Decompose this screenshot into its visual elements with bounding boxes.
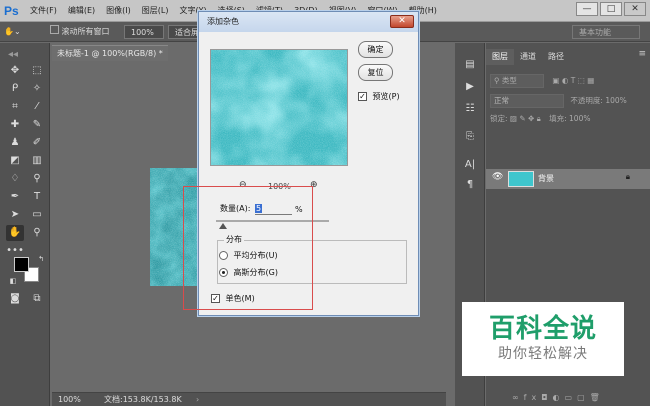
blend-mode-select[interactable]: 正常 (490, 94, 564, 108)
crop-tool-icon[interactable]: ⌗ (6, 99, 24, 115)
layer-bottom-icons[interactable]: ∞fx◘◐▭▢🗑︎ (512, 393, 605, 402)
reset-button[interactable]: 复位 (358, 64, 393, 81)
opacity-label: 不透明度: (570, 96, 603, 105)
dodge-tool-icon[interactable]: ⚲ (28, 171, 46, 187)
type-tool-icon[interactable]: T (28, 189, 46, 205)
dialog-close-button[interactable]: ✕ (390, 15, 414, 28)
lasso-tool-icon[interactable]: ᑭ (6, 81, 24, 97)
opacity-value[interactable]: 100% (605, 96, 626, 105)
default-colors-icon[interactable]: ◧ (4, 273, 22, 289)
tab-paths[interactable]: 路径 (542, 49, 570, 65)
gradient-tool-icon[interactable]: ▥ (28, 153, 46, 169)
layer-row-background[interactable]: 👁︎ 背景 🔒︎ (486, 169, 650, 189)
healing-brush-tool-icon[interactable]: ✚ (6, 117, 24, 133)
fill-value[interactable]: 100% (569, 114, 590, 123)
status-zoom[interactable]: 100% (58, 393, 81, 406)
paragraph-panel-icon[interactable]: ¶ (461, 177, 479, 193)
zoom-100-button[interactable]: 100% (124, 25, 164, 39)
eraser-tool-icon[interactable]: ◩ (6, 153, 24, 169)
fit-screen-button[interactable]: 适合屏 (168, 25, 198, 39)
hand-tool-icon[interactable]: ✋ (6, 225, 24, 241)
blur-tool-icon[interactable]: ♢ (6, 171, 24, 187)
lock-label: 锁定: (490, 114, 508, 123)
window-controls: — □ ✕ (576, 2, 646, 16)
layer-name[interactable]: 背景 (538, 169, 554, 189)
screen-mode-icon[interactable]: ⧉ (28, 291, 46, 307)
preview-label: 预览(P) (372, 92, 400, 101)
foreground-color-swatch-top[interactable] (14, 257, 29, 272)
brush-tool-icon[interactable]: ✎ (28, 117, 46, 133)
tab-layers[interactable]: 图层 (486, 49, 514, 65)
menu-edit[interactable]: 编辑(E) (68, 0, 95, 22)
preview-noise-texture (211, 50, 347, 165)
menu-layer[interactable]: 图层(L) (142, 0, 169, 22)
filter-icons[interactable]: ▣ ◐ T ⬚ ▦ (552, 76, 594, 85)
close-window-button[interactable]: ✕ (624, 2, 646, 16)
status-bar: 100% 文档:153.8K/153.8K › (52, 392, 446, 406)
scroll-all-checkbox[interactable] (50, 25, 59, 34)
document-tab-title: 未标题-1 @ 100%(RGB/8) * (57, 49, 163, 58)
pen-tool-icon[interactable]: ✒ (6, 189, 24, 205)
watermark-title: 百科全说 (488, 314, 597, 344)
menu-file[interactable]: 文件(F) (30, 0, 57, 22)
layer-thumbnail (508, 171, 534, 187)
history-brush-tool-icon[interactable]: ✐ (28, 135, 46, 151)
dialog-title-bar[interactable]: 添加杂色 (199, 12, 418, 32)
restore-button[interactable]: □ (600, 2, 622, 16)
lock-row: 锁定: ▨ ✎ ✥ 🔒︎ 填充: 100% (490, 111, 646, 127)
history-panel-icon[interactable]: ▤ (461, 57, 479, 73)
rectangle-tool-icon[interactable]: ▭ (28, 207, 46, 223)
tab-channels[interactable]: 通道 (514, 49, 542, 65)
properties-panel-icon[interactable]: ☷ (461, 101, 479, 117)
photoshop-logo: Ps (4, 4, 19, 18)
swap-colors-icon[interactable]: ↰ (32, 251, 50, 267)
layer-filter-select[interactable]: ⚲ 类型 (490, 74, 544, 88)
layer-lock-icon: 🔒︎ (625, 172, 630, 181)
character-panel-icon[interactable]: A| (461, 157, 479, 173)
preview-checkbox[interactable]: ✓ (358, 92, 367, 101)
visibility-eye-icon[interactable]: 👁︎ (492, 172, 503, 182)
status-menu-arrow-icon[interactable]: › (196, 393, 199, 406)
panel-menu-icon[interactable]: ≡ (638, 49, 646, 59)
watermark: 百科全说 助你轻松解决 (462, 302, 624, 376)
clone-source-panel-icon[interactable]: ⎘ (461, 129, 479, 145)
status-doc-info: 文档:153.8K/153.8K (104, 395, 182, 404)
move-tool-icon[interactable]: ✥ (6, 63, 24, 79)
layer-filter-row: ⚲ 类型 ▣ ◐ T ⬚ ▦ (490, 73, 646, 89)
zoom-tool-icon[interactable]: ⚲ (28, 225, 46, 241)
dialog-title: 添加杂色 (207, 17, 239, 26)
clone-stamp-tool-icon[interactable]: ♟ (6, 135, 24, 151)
menu-image[interactable]: 图像(I) (106, 0, 131, 22)
minimize-button[interactable]: — (576, 2, 598, 16)
marquee-tool-icon[interactable]: ⬚ (28, 63, 46, 79)
highlight-box (183, 186, 313, 310)
blend-row: 正常 不透明度: 100% (490, 93, 646, 109)
watermark-subtitle: 助你轻松解决 (498, 346, 588, 362)
scroll-all-label: 滚动所有窗口 (61, 27, 110, 36)
actions-panel-icon[interactable]: ▶ (461, 79, 479, 95)
document-tab[interactable]: 未标题-1 @ 100%(RGB/8) * × (52, 45, 168, 74)
hand-tool-icon[interactable]: ✋⌄ (4, 25, 21, 39)
filter-preview[interactable] (210, 49, 348, 166)
magic-wand-tool-icon[interactable]: ✧ (28, 81, 46, 97)
workspace-select[interactable]: 基本功能 (572, 25, 640, 39)
scroll-all-windows-option[interactable]: 滚动所有窗口 (50, 25, 110, 39)
path-selection-tool-icon[interactable]: ➤ (6, 207, 24, 223)
lock-icons[interactable]: ▨ ✎ ✥ 🔒︎ (510, 114, 541, 123)
quick-mask-icon[interactable]: ◙ (6, 291, 24, 307)
toolbox-collapse-icon[interactable]: ◂◂ (4, 47, 22, 63)
preview-option[interactable]: ✓ 预览(P) (358, 91, 400, 103)
eyedropper-tool-icon[interactable]: ⁄ (28, 99, 46, 115)
ok-button[interactable]: 确定 (358, 41, 393, 58)
fill-label: 填充: (549, 114, 567, 123)
toolbox: ◂◂ ✥ ⬚ ᑭ ✧ ⌗ ⁄ ✚ ✎ ♟ ✐ ◩ ▥ ♢ ⚲ ✒ T ➤ ▭ ✋… (0, 43, 50, 406)
